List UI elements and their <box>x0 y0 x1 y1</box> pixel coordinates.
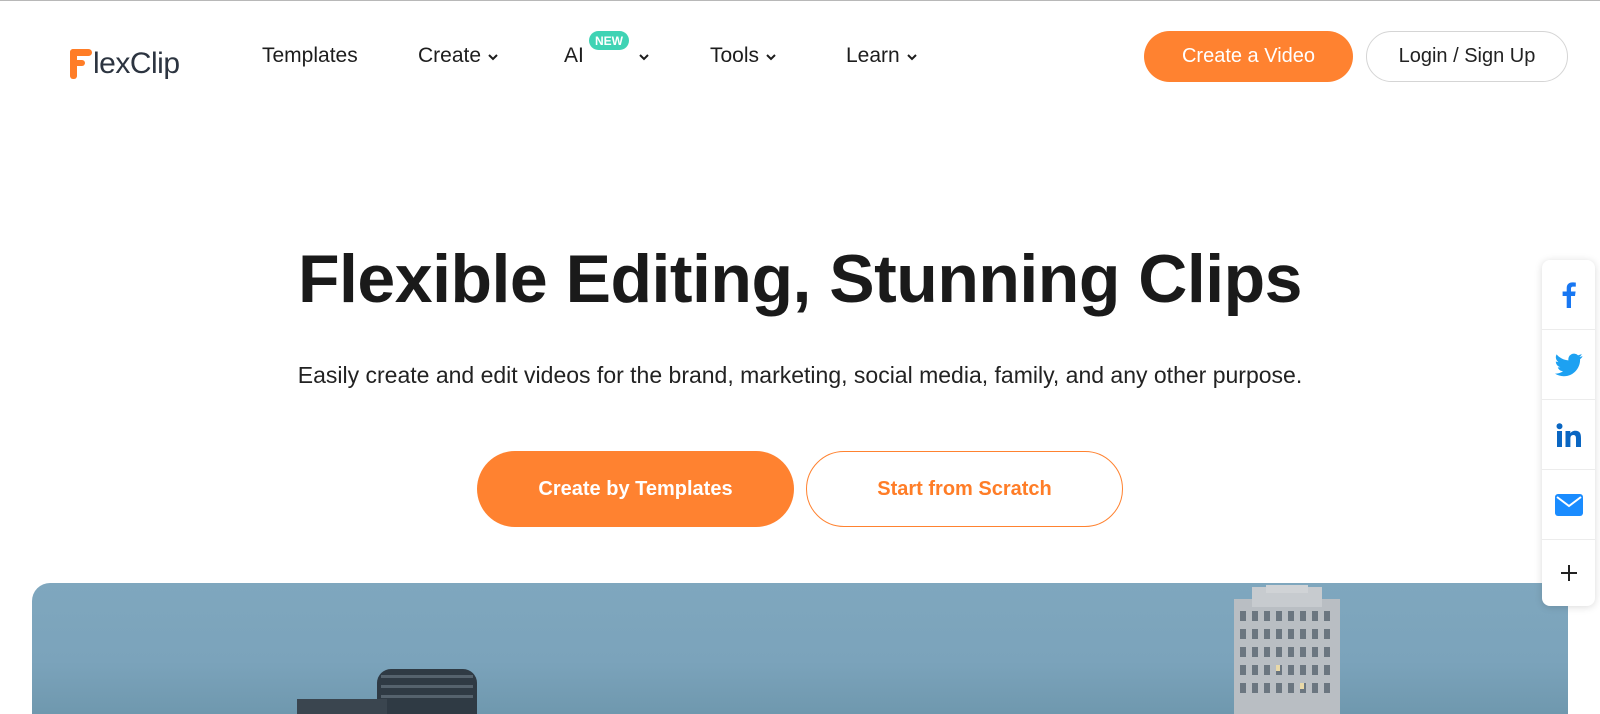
hero-subtitle: Easily create and edit videos for the br… <box>297 362 1303 388</box>
start-from-scratch-button[interactable]: Start from Scratch <box>806 451 1123 527</box>
login-signup-button[interactable]: Login / Sign Up <box>1366 31 1568 82</box>
nav-templates-label: Templates <box>262 44 358 67</box>
chevron-down-icon <box>907 52 917 62</box>
site-header: lexClip Templates Create AI Tools Learn … <box>0 1 1600 111</box>
linkedin-icon <box>1556 422 1581 447</box>
hero-video-preview[interactable] <box>32 583 1568 714</box>
nav-tools-label: Tools <box>710 44 760 67</box>
social-share-rail <box>1542 260 1595 606</box>
share-linkedin-button[interactable] <box>1542 400 1595 469</box>
create-video-button[interactable]: Create a Video <box>1144 31 1353 82</box>
nav-create-label: Create <box>418 44 482 67</box>
new-badge: NEW <box>589 31 629 50</box>
chevron-down-icon <box>488 52 498 62</box>
nav-learn[interactable]: Learn <box>846 41 917 71</box>
logo-text: lexClip <box>93 47 180 80</box>
skyscraper-image <box>1234 585 1340 714</box>
share-facebook-button[interactable] <box>1542 260 1595 329</box>
plus-icon <box>1560 565 1577 581</box>
chevron-down-icon <box>639 52 649 62</box>
nav-templates[interactable]: Templates <box>262 41 358 71</box>
nav-ai-label: AI <box>564 44 584 67</box>
nav-create[interactable]: Create <box>418 41 498 71</box>
logo-f-mark-icon <box>70 49 92 79</box>
share-email-button[interactable] <box>1542 470 1595 539</box>
facebook-icon <box>1562 281 1576 308</box>
building-image <box>297 669 477 714</box>
share-twitter-button[interactable] <box>1542 330 1595 399</box>
twitter-icon <box>1554 353 1583 376</box>
nav-learn-label: Learn <box>846 44 900 67</box>
share-more-button[interactable] <box>1542 540 1595 606</box>
flexclip-logo[interactable]: lexClip <box>70 39 180 79</box>
hero-title: Flexible Editing, Stunning Clips <box>298 241 1303 317</box>
nav-tools[interactable]: Tools <box>710 41 776 71</box>
create-by-templates-button[interactable]: Create by Templates <box>477 451 794 527</box>
chevron-down-icon <box>766 52 776 62</box>
mail-icon <box>1554 493 1583 516</box>
